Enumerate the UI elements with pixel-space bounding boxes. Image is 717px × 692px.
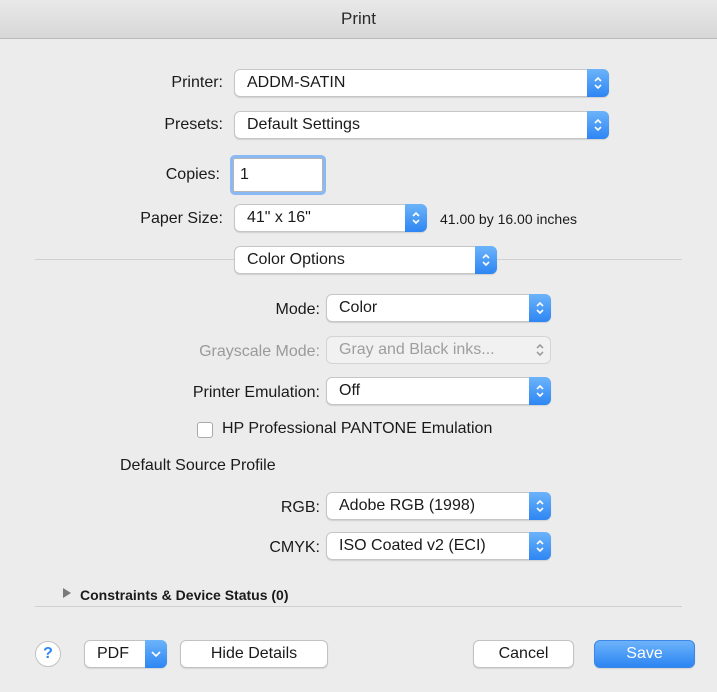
mode-value: Color xyxy=(339,299,378,316)
cmyk-profile-value: ISO Coated v2 (ECI) xyxy=(339,537,486,554)
pantone-checkbox[interactable] xyxy=(197,422,213,438)
paper-size-label: Paper Size: xyxy=(140,210,223,227)
constraints-label: Constraints & Device Status (0) xyxy=(80,587,289,603)
cancel-button[interactable]: Cancel xyxy=(473,640,574,668)
title-bar: Print xyxy=(0,0,717,39)
divider xyxy=(35,606,682,607)
printer-emulation-popup[interactable]: Off xyxy=(326,377,551,405)
updown-arrows-icon xyxy=(587,69,609,97)
cmyk-label: CMYK: xyxy=(269,539,320,556)
updown-arrows-icon xyxy=(529,492,551,520)
rgb-label: RGB: xyxy=(280,499,320,516)
updown-arrows-icon xyxy=(529,294,551,322)
save-button[interactable]: Save xyxy=(594,640,695,668)
updown-arrows-icon xyxy=(475,246,497,274)
printer-value: ADDM-SATIN xyxy=(247,74,346,91)
paper-size-popup[interactable]: 41" x 16" xyxy=(234,204,427,232)
pdf-label: PDF xyxy=(97,645,129,662)
grayscale-mode-value: Gray and Black inks... xyxy=(339,341,495,358)
copies-field[interactable]: 1 xyxy=(233,158,323,192)
disclosure-triangle-icon xyxy=(62,586,72,604)
pdf-menu-button[interactable]: PDF xyxy=(84,640,167,668)
printer-label: Printer: xyxy=(171,74,223,91)
updown-arrows-icon xyxy=(529,377,551,405)
cancel-label: Cancel xyxy=(498,645,549,662)
section-value: Color Options xyxy=(247,251,345,268)
mode-label: Mode: xyxy=(275,301,320,318)
window-title: Print xyxy=(341,9,376,28)
printer-popup[interactable]: ADDM-SATIN xyxy=(234,69,609,97)
chevron-down-icon xyxy=(145,640,167,668)
copies-value: 1 xyxy=(240,166,249,183)
help-icon: ? xyxy=(43,645,53,662)
mode-popup[interactable]: Color xyxy=(326,294,551,322)
help-button[interactable]: ? xyxy=(35,641,61,667)
save-label: Save xyxy=(626,645,663,662)
rgb-profile-value: Adobe RGB (1998) xyxy=(339,497,476,514)
updown-arrows-icon xyxy=(405,204,427,232)
paper-size-value: 41" x 16" xyxy=(247,209,311,226)
cmyk-profile-popup[interactable]: ISO Coated v2 (ECI) xyxy=(326,532,551,560)
presets-popup[interactable]: Default Settings xyxy=(234,111,609,139)
default-source-profile-heading: Default Source Profile xyxy=(120,457,276,474)
printer-emulation-label: Printer Emulation: xyxy=(192,384,320,401)
presets-label: Presets: xyxy=(164,116,223,133)
presets-value: Default Settings xyxy=(247,116,360,133)
section-popup[interactable]: Color Options xyxy=(234,246,497,274)
hide-details-button[interactable]: Hide Details xyxy=(180,640,328,668)
pantone-checkbox-label: HP Professional PANTONE Emulation xyxy=(222,420,493,437)
constraints-disclosure[interactable]: Constraints & Device Status (0) xyxy=(62,586,289,604)
rgb-profile-popup[interactable]: Adobe RGB (1998) xyxy=(326,492,551,520)
printer-emulation-value: Off xyxy=(339,382,361,399)
updown-arrows-icon xyxy=(587,111,609,139)
grayscale-mode-label: Grayscale Mode: xyxy=(199,343,320,360)
updown-arrows-icon xyxy=(529,336,551,364)
copies-label: Copies: xyxy=(165,166,220,183)
hide-details-label: Hide Details xyxy=(210,645,298,662)
updown-arrows-icon xyxy=(529,532,551,560)
paper-size-dimensions: 41.00 by 16.00 inches xyxy=(440,211,577,227)
grayscale-mode-popup: Gray and Black inks... xyxy=(326,336,551,364)
